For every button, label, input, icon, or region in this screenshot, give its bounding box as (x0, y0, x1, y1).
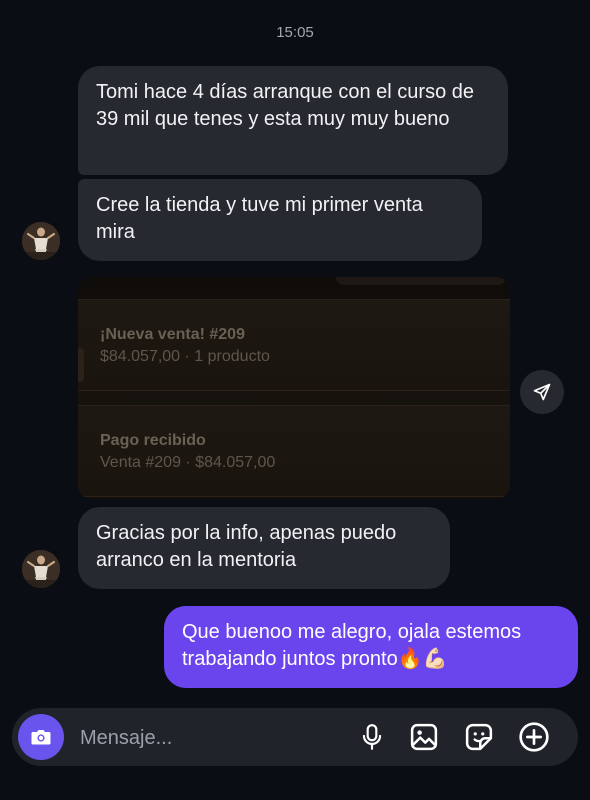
image-icon (410, 723, 438, 751)
sticker-icon (465, 723, 493, 751)
image-decoration (78, 348, 84, 382)
notification-title: Pago recibido (100, 432, 206, 449)
sale-notification-card: ¡Nueva venta! #209 $84.057,00 · 1 produc… (78, 299, 510, 391)
voice-message-button[interactable] (356, 721, 388, 753)
message-timestamp: 15:05 (276, 24, 314, 41)
payment-notification-card: Pago recibido Venta #209 · $84.057,00 (78, 405, 510, 497)
avatar-photo (22, 550, 60, 588)
send-icon (533, 383, 551, 401)
contact-avatar[interactable] (22, 550, 60, 588)
received-message-bubble[interactable]: Tomi hace 4 días arranque con el curso d… (78, 66, 508, 175)
message-input[interactable] (78, 724, 332, 752)
notification-title: ¡Nueva venta! #209 (100, 326, 245, 343)
image-decoration (336, 277, 506, 285)
notification-subtitle: $84.057,00 · 1 producto (100, 348, 270, 365)
contact-avatar[interactable] (22, 222, 60, 260)
gallery-button[interactable] (408, 721, 440, 753)
more-options-button[interactable] (518, 721, 550, 753)
sent-message-bubble[interactable]: Que buenoo me alegro, ojala estemos trab… (164, 606, 578, 688)
message-composer (12, 708, 578, 766)
avatar-photo (22, 222, 60, 260)
received-message-bubble[interactable]: Gracias por la info, apenas puedo arranc… (78, 507, 450, 589)
plus-icon (519, 722, 549, 752)
microphone-icon (362, 724, 382, 750)
share-button[interactable] (520, 370, 564, 414)
camera-button[interactable] (18, 714, 64, 760)
notification-subtitle: Venta #209 · $84.057,00 (100, 454, 276, 471)
received-message-bubble[interactable]: Cree la tienda y tuve mi primer venta mi… (78, 179, 482, 261)
shared-image-message[interactable]: ¡Nueva venta! #209 $84.057,00 · 1 produc… (78, 277, 510, 499)
camera-icon (31, 730, 51, 745)
sticker-button[interactable] (463, 721, 495, 753)
